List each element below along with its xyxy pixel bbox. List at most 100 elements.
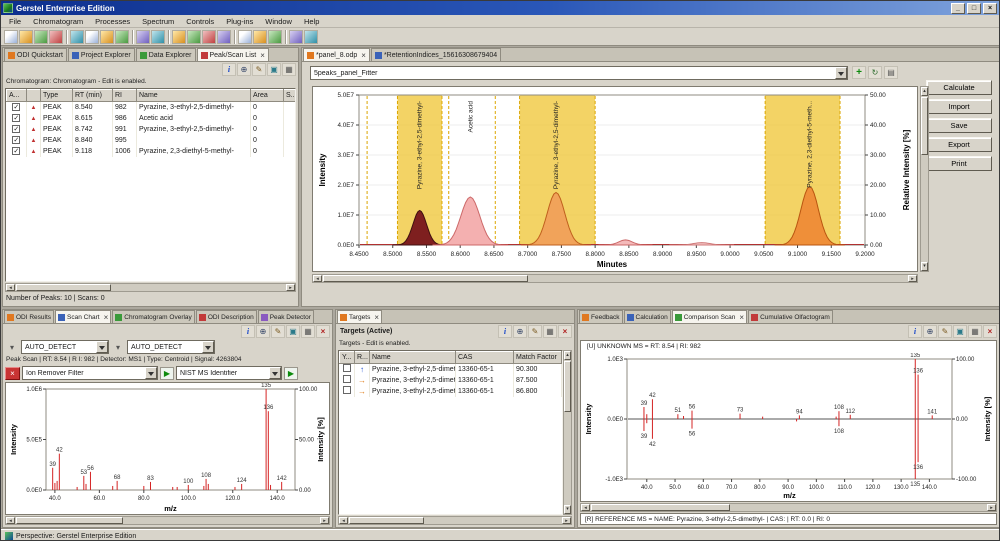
copy-icon[interactable] (85, 30, 99, 44)
paste-icon[interactable] (100, 30, 114, 44)
close-icon[interactable]: × (316, 325, 330, 338)
detector2-select[interactable]: AUTO_DETECT (127, 340, 215, 354)
menu-file[interactable]: File (3, 16, 27, 27)
new-icon[interactable] (4, 30, 18, 44)
redo-icon[interactable] (151, 30, 165, 44)
chromatogram-icon[interactable] (172, 30, 186, 44)
horizontal-scrollbar[interactable]: ◂▸ (5, 283, 296, 292)
table-row[interactable]: ✓▲PEAK8.742991Pyrazine, 3-ethyl-2,5-dime… (7, 124, 297, 135)
open-icon[interactable] (19, 30, 33, 44)
tab-data-explorer[interactable]: Data Explorer (136, 48, 196, 61)
tab-peak-detector[interactable]: Peak Detector (258, 310, 314, 323)
scroll-down-button[interactable]: ▾ (921, 262, 928, 271)
table-row[interactable]: ✓▲PEAK9.1181006Pyrazine, 2,3-diethyl-5-m… (7, 146, 297, 157)
tab-odi-description[interactable]: ODI Description (196, 310, 257, 323)
export-button[interactable]: Export (926, 137, 992, 152)
remove-filter-button[interactable] (5, 367, 20, 380)
menu-plug-ins[interactable]: Plug-ins (220, 16, 259, 27)
grid-icon[interactable]: ▦ (301, 325, 315, 338)
save-all-icon[interactable] (49, 30, 63, 44)
zoom-icon[interactable]: ⊕ (256, 325, 270, 338)
settings-icon[interactable] (289, 30, 303, 44)
tab-odi-results[interactable]: ODI Results (4, 310, 54, 323)
spectrum-icon[interactable] (187, 30, 201, 44)
run-identifier-button[interactable] (284, 367, 298, 380)
peak-list-icon[interactable] (202, 30, 216, 44)
menu-controls[interactable]: Controls (180, 16, 220, 27)
tab-close-icon[interactable]: × (374, 314, 379, 321)
scrollbar-thumb[interactable] (16, 517, 123, 524)
edit-icon[interactable]: ✎ (252, 63, 266, 76)
delete-icon[interactable] (115, 30, 129, 44)
tab-close-icon[interactable]: × (361, 52, 366, 59)
filter-select[interactable]: Ion Remover Filter (22, 366, 158, 380)
save-button[interactable]: Save (926, 118, 992, 133)
table-row[interactable]: ✓▲PEAK8.540982Pyrazine, 3-ethyl-2,5-dime… (7, 102, 297, 113)
menu-window[interactable]: Window (259, 16, 298, 27)
print-button[interactable]: Print (926, 156, 992, 171)
scroll-left-button[interactable]: ◂ (339, 517, 348, 524)
scrollbar-thumb[interactable] (591, 504, 730, 511)
grid-icon[interactable]: ▦ (282, 63, 296, 76)
scroll-right-button[interactable]: ▸ (987, 504, 996, 511)
menu-spectrum[interactable]: Spectrum (136, 16, 180, 27)
zoom-fit-icon[interactable] (268, 30, 282, 44)
calculate-button[interactable]: Calculate (926, 80, 992, 95)
close-icon[interactable]: × (558, 325, 572, 338)
detector1-select[interactable]: AUTO_DETECT (21, 340, 109, 354)
tab-chromatogram-overlay[interactable]: Chromatogram Overlay (112, 310, 195, 323)
dropdown-arrow-icon[interactable] (835, 67, 847, 79)
tab-feedback[interactable]: Feedback (579, 310, 623, 323)
tab-project-explorer[interactable]: Project Explorer (68, 48, 135, 61)
row-checkbox[interactable]: ✓ (12, 136, 20, 144)
tab-targets[interactable]: Targets× (337, 310, 382, 323)
tab-close-icon[interactable]: × (260, 52, 265, 59)
scroll-up-button[interactable]: ▴ (564, 351, 571, 360)
scroll-left-button[interactable]: ◂ (581, 504, 590, 511)
tab-close-icon[interactable]: × (104, 314, 109, 321)
import-button[interactable]: Import (926, 99, 992, 114)
identifier-select[interactable]: NIST MS Identifier (176, 366, 282, 380)
table-row[interactable]: →Pyrazine, 3-ethyl-2,5-dimethyl-13360-65… (340, 375, 562, 386)
scroll-up-button[interactable]: ▴ (921, 87, 928, 96)
scroll-right-button[interactable]: ▸ (286, 284, 295, 291)
tab-close-icon[interactable]: × (739, 314, 744, 321)
snapshot-icon[interactable]: ▣ (953, 325, 967, 338)
row-checkbox[interactable]: ✓ (12, 114, 20, 122)
tab-comparison-scan[interactable]: Comparison Scan× (672, 310, 747, 323)
menu-chromatogram[interactable]: Chromatogram (27, 16, 89, 27)
tab-cumulative-olfactogram[interactable]: Cumulative Olfactogram (748, 310, 833, 323)
horizontal-scrollbar[interactable]: ◂▸ (312, 274, 918, 283)
fitter-select[interactable]: 5peaks_panel_Fitter (310, 66, 848, 80)
tab-retentionindices-15616308679404[interactable]: *RetentionIndices_15616308679404 (371, 48, 501, 61)
dropdown-arrow-icon[interactable] (202, 341, 214, 353)
scrollbar-thumb[interactable] (564, 361, 571, 412)
close-icon[interactable]: × (983, 325, 997, 338)
menu-help[interactable]: Help (298, 16, 325, 27)
edit-icon[interactable]: ✎ (528, 325, 542, 338)
horizontal-scrollbar[interactable]: ◂▸ (338, 516, 572, 525)
horizontal-scrollbar[interactable]: ◂▸ (580, 503, 997, 512)
scroll-left-button[interactable]: ◂ (6, 517, 15, 524)
tab-scan-chart[interactable]: Scan Chart× (55, 310, 111, 323)
row-checkbox[interactable] (343, 364, 351, 372)
horizontal-scrollbar[interactable]: ◂▸ (5, 516, 330, 525)
scroll-right-button[interactable]: ▸ (908, 275, 917, 282)
dropdown-arrow-icon[interactable] (145, 367, 157, 379)
table-row[interactable]: ↑Pyrazine, 3-ethyl-2,5-dimethyl-13360-65… (340, 364, 562, 375)
scrollbar-thumb[interactable] (349, 517, 424, 524)
scrollbar-thumb[interactable] (323, 275, 528, 282)
grid-icon[interactable]: ▦ (968, 325, 982, 338)
chromatogram-chart[interactable]: 8.45008.50008.55008.60008.65008.70008.75… (312, 86, 918, 272)
scroll-right-button[interactable]: ▸ (562, 517, 571, 524)
scroll-left-button[interactable]: ◂ (313, 275, 322, 282)
snapshot-icon[interactable]: ▣ (286, 325, 300, 338)
edit-icon[interactable]: ✎ (271, 325, 285, 338)
scroll-left-button[interactable]: ◂ (6, 284, 15, 291)
tab-calculation[interactable]: Calculation (624, 310, 671, 323)
scroll-down-button[interactable]: ▾ (564, 505, 571, 514)
row-checkbox[interactable]: ✓ (12, 125, 20, 133)
row-checkbox[interactable]: ✓ (12, 103, 20, 111)
tab-peak-scan-list[interactable]: Peak/Scan List× (197, 48, 269, 61)
tab-panel-8-odp[interactable]: *panel_8.odp× (303, 48, 370, 61)
